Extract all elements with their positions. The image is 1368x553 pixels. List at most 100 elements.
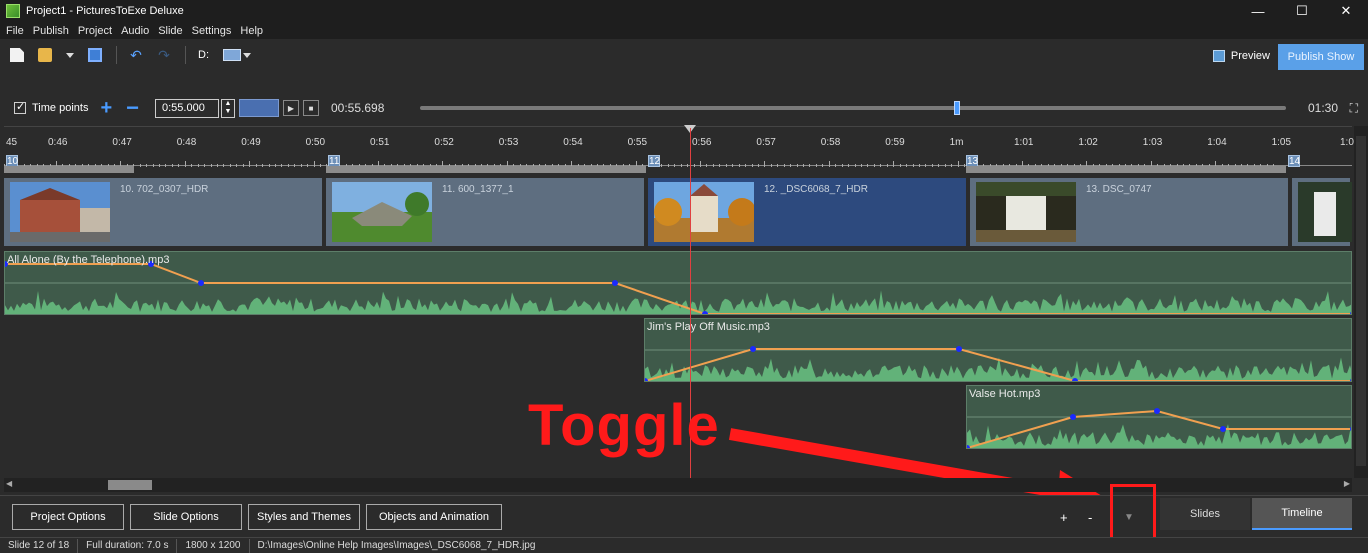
ruler-tick-mark xyxy=(281,164,283,167)
ruler-tick-mark xyxy=(848,164,850,167)
ruler-tick-mark xyxy=(873,164,875,167)
ruler-tick-mark xyxy=(152,164,154,167)
vertical-scrollbar[interactable] xyxy=(1354,126,1368,478)
ruler-tick-mark xyxy=(867,164,869,167)
ruler-tick-mark xyxy=(841,164,843,167)
close-button[interactable]: ✕ xyxy=(1324,0,1368,22)
ruler-tick-mark xyxy=(757,164,759,167)
ruler-tick-mark xyxy=(899,164,901,167)
ruler-tick-mark xyxy=(803,164,805,167)
menu-help[interactable]: Help xyxy=(240,25,263,37)
menu-project[interactable]: Project xyxy=(78,25,112,37)
slide-cell-11[interactable]: 11. 600_1377_1 xyxy=(326,178,646,246)
remove-time-point-button[interactable]: − xyxy=(126,97,139,119)
ruler-tick-mark xyxy=(938,164,940,167)
ruler-slide-marker[interactable]: 14 xyxy=(1288,155,1300,167)
envelope-point[interactable] xyxy=(750,346,756,352)
ruler-tick-mark xyxy=(944,164,946,167)
ruler-tick-mark xyxy=(886,164,888,167)
save-icon[interactable] xyxy=(88,48,102,62)
position-slider[interactable] xyxy=(420,101,1286,115)
zoom-in-button[interactable]: + xyxy=(1060,510,1068,525)
publish-show-button[interactable]: Publish Show xyxy=(1278,44,1364,70)
audio-track-name: Jim's Play Off Music.mp3 xyxy=(647,321,770,333)
add-time-point-button[interactable]: + xyxy=(100,98,112,118)
zoom-out-button[interactable]: - xyxy=(1088,510,1092,525)
ruler-tick-mark xyxy=(307,164,309,167)
ruler-tick-mark xyxy=(687,164,689,167)
project-options-button[interactable]: Project Options xyxy=(12,504,124,530)
audio-track[interactable]: All Alone (By the Telephone).mp3 xyxy=(4,251,1352,315)
ruler-tick-label: 0:58 xyxy=(820,137,841,148)
ruler-slide-marker[interactable]: 12 xyxy=(648,155,660,167)
maximize-button[interactable]: ☐ xyxy=(1280,0,1324,22)
scroll-right-icon[interactable]: ▶ xyxy=(1344,479,1350,488)
slide-cell-13[interactable]: 13. DSC_0747 xyxy=(970,178,1290,246)
ruler-tick-label: 0:59 xyxy=(885,137,905,148)
envelope-point[interactable] xyxy=(1154,408,1160,414)
time-points-bar: Time points + − ▲▼ ▶ ■ 00:55.698 01:30 ⛶ xyxy=(0,95,1368,121)
open-dropdown-icon[interactable] xyxy=(66,52,74,58)
slide-thumbnail xyxy=(10,182,110,242)
tab-slides[interactable]: Slides xyxy=(1160,498,1250,530)
slide-name: 11. 600_1377_1 xyxy=(442,184,514,195)
audio-track[interactable]: Jim's Play Off Music.mp3 xyxy=(644,318,1352,382)
drive-button[interactable]: D: xyxy=(198,49,209,61)
ruler-tick-label: 0:46 xyxy=(48,137,68,148)
slide-cell-14[interactable] xyxy=(1292,178,1352,246)
stop-button[interactable]: ■ xyxy=(303,100,319,116)
ruler-tick-mark xyxy=(854,164,856,167)
redo-icon[interactable]: ↷ xyxy=(157,48,171,62)
envelope-mode-button[interactable] xyxy=(239,99,279,117)
objects-and-animation-button[interactable]: Objects and Animation xyxy=(366,504,502,530)
menu-settings[interactable]: Settings xyxy=(192,25,232,37)
preview-button[interactable]: Preview xyxy=(1212,46,1270,66)
timeline-ruler[interactable]: 45 1:0 0:46 0:47 0:48 0:49 0:50 0:51 0:52 0:53 0… xyxy=(4,126,1354,167)
ruler-tick-mark xyxy=(178,164,180,167)
undo-icon[interactable]: ↶ xyxy=(129,48,143,62)
ruler-tick-mark xyxy=(809,164,811,167)
ruler-tick-mark xyxy=(918,164,920,167)
tab-timeline[interactable]: Timeline xyxy=(1252,498,1352,530)
time-point-input[interactable] xyxy=(155,98,219,118)
ruler-tick-mark xyxy=(912,164,914,167)
waveform-shape xyxy=(5,290,1351,314)
slide-range-strip xyxy=(4,166,134,173)
ruler-tick-mark xyxy=(210,164,212,167)
screen-dropdown-icon[interactable] xyxy=(243,52,251,58)
ruler-edge-label: 1:0 xyxy=(1340,137,1354,148)
ruler-tick-mark xyxy=(706,164,708,167)
screen-format-icon[interactable] xyxy=(223,49,241,61)
horizontal-scrollbar-thumb[interactable] xyxy=(108,480,152,490)
menu-publish[interactable]: Publish xyxy=(33,25,69,37)
scroll-left-icon[interactable]: ◀ xyxy=(6,479,12,488)
ruler-tick-label: 0:56 xyxy=(692,137,712,148)
slide-thumbnail xyxy=(654,182,754,242)
menu-file[interactable]: File xyxy=(6,25,24,37)
ruler-tick-mark xyxy=(139,164,141,167)
end-time: 01:30 xyxy=(1307,101,1338,115)
ruler-tick-mark xyxy=(751,164,753,167)
status-slide-index: Slide 12 of 18 xyxy=(0,538,79,553)
envelope-point[interactable] xyxy=(612,280,618,286)
menu-slide[interactable]: Slide xyxy=(158,25,182,37)
new-project-icon[interactable] xyxy=(10,48,24,62)
vertical-scrollbar-thumb[interactable] xyxy=(1356,136,1366,466)
envelope-point[interactable] xyxy=(198,280,204,286)
time-spinner[interactable]: ▲ ▼ xyxy=(221,98,235,118)
position-slider-thumb[interactable] xyxy=(953,101,960,115)
ruler-tick-mark xyxy=(249,161,251,167)
open-folder-icon[interactable] xyxy=(38,48,52,62)
slide-cell-10[interactable]: 10. 702_0307_HDR xyxy=(4,178,324,246)
envelope-point[interactable] xyxy=(956,346,962,352)
play-button[interactable]: ▶ xyxy=(283,100,299,116)
envelope-point[interactable] xyxy=(1220,426,1226,432)
slide-cell-12[interactable]: 12. _DSC6068_7_HDR xyxy=(648,178,968,246)
styles-and-themes-button[interactable]: Styles and Themes xyxy=(248,504,360,530)
menu-audio[interactable]: Audio xyxy=(121,25,149,37)
minimize-button[interactable]: — xyxy=(1236,0,1280,22)
slide-options-button[interactable]: Slide Options xyxy=(130,504,242,530)
time-points-checkbox[interactable] xyxy=(14,100,26,114)
ruler-tick-mark xyxy=(835,164,837,167)
fullscreen-icon[interactable]: ⛶ xyxy=(1350,101,1358,116)
